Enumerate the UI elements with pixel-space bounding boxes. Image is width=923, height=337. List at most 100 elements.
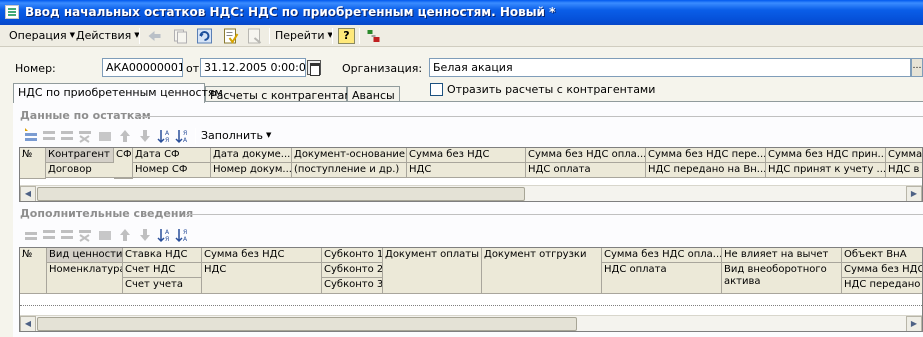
end-edit-icon[interactable] <box>97 128 113 144</box>
column-header[interactable]: Субконто 1 <box>322 248 383 263</box>
copy-row-icon[interactable] <box>41 227 57 243</box>
column-header[interactable]: Контрагент <box>46 148 114 163</box>
column-header[interactable]: НДС принят к учету ... <box>766 163 886 178</box>
svg-text:A: A <box>183 137 188 144</box>
column-header[interactable]: НДС <box>407 163 526 178</box>
move-up-icon[interactable] <box>117 227 133 243</box>
sort-ascending-icon[interactable]: AЯ <box>157 227 173 243</box>
section-divider <box>135 116 923 117</box>
column-header[interactable]: Счет НДС <box>123 263 202 278</box>
dropdown-arrow-icon: ▼ <box>69 31 75 39</box>
horizontal-scrollbar[interactable]: ◀ ▶ <box>20 315 922 331</box>
document-icon <box>5 5 19 19</box>
column-header[interactable]: Документ оплаты <box>383 248 482 294</box>
horizontal-scrollbar[interactable]: ◀ ▶ <box>20 185 922 201</box>
column-header[interactable]: Сумма без НДС прин... <box>766 148 886 163</box>
refresh-icon[interactable] <box>196 28 213 44</box>
delete-row-icon[interactable] <box>77 128 93 144</box>
end-edit-icon[interactable] <box>97 227 113 243</box>
organization-label: Организация: <box>342 62 423 75</box>
copy-row-icon[interactable] <box>41 128 57 144</box>
scroll-left-icon[interactable]: ◀ <box>20 316 36 331</box>
post-document-icon[interactable] <box>222 28 239 44</box>
move-down-icon[interactable] <box>137 227 153 243</box>
column-header[interactable]: НДС передано <box>842 278 922 294</box>
help-icon[interactable]: ? <box>338 28 355 44</box>
column-header[interactable]: НДС в <box>886 163 922 178</box>
column-header[interactable]: Номер СФ <box>133 163 211 178</box>
column-header[interactable]: НДС <box>202 263 322 294</box>
move-up-icon[interactable] <box>117 128 133 144</box>
additional-grid[interactable]: № Вид ценности Ставка НДС Сумма без НДС … <box>19 247 923 332</box>
column-header[interactable]: Сумма без НДС <box>202 248 322 263</box>
reflect-settlements-checkbox[interactable] <box>430 83 443 96</box>
back-arrow-icon[interactable] <box>146 28 163 44</box>
column-header[interactable]: Сумма без НДС опла... <box>602 248 722 263</box>
unpost-document-icon[interactable] <box>246 28 263 44</box>
toolbar-separator <box>359 28 360 44</box>
reflect-settlements-label: Отразить расчеты с контрагентами <box>447 83 656 96</box>
column-header[interactable]: Вид внеоборотного актива <box>722 263 842 294</box>
tab-panel: Данные по остаткам AЯ ЯA Заполнить ▼ № Ко… <box>13 101 923 337</box>
calendar-icon[interactable] <box>307 60 321 76</box>
column-header[interactable]: (поступление и др.) <box>292 163 407 178</box>
operation-menu[interactable]: Операция ▼ <box>9 29 75 42</box>
column-header[interactable]: Сумма без НДС <box>407 148 526 163</box>
actions-menu[interactable]: Действия ▼ <box>76 29 140 42</box>
goto-menu-label: Перейти <box>275 29 325 42</box>
scroll-right-icon[interactable]: ▶ <box>906 186 922 201</box>
debit-credit-icon[interactable] <box>365 28 382 44</box>
column-header[interactable]: Счет учета <box>123 278 202 294</box>
fill-menu[interactable]: Заполнить ▼ <box>201 129 271 142</box>
balances-grid[interactable]: № Контрагент СФ Дата СФ Дата докуме... Д… <box>19 147 923 202</box>
organization-select-button[interactable]: … <box>911 58 923 77</box>
copy-document-icon[interactable] <box>172 28 189 44</box>
sort-descending-icon[interactable]: ЯA <box>175 128 191 144</box>
column-header[interactable]: Дата докуме... <box>211 148 292 163</box>
balances-toolbar: AЯ ЯA Заполнить ▼ <box>21 128 321 145</box>
operation-menu-label: Операция <box>9 29 67 42</box>
date-field[interactable]: 31.12.2005 0:00:00 <box>200 58 306 77</box>
scroll-right-icon[interactable]: ▶ <box>906 316 922 331</box>
column-header[interactable]: Документ отгрузки <box>482 248 602 294</box>
sort-descending-icon[interactable]: ЯA <box>175 227 191 243</box>
column-header[interactable]: НДС оплата <box>602 263 722 294</box>
column-header[interactable]: Сумма без НДС <box>842 263 922 278</box>
tab-vat-purchased-values[interactable]: НДС по приобретенным ценностям <box>13 83 223 103</box>
edit-row-icon[interactable] <box>59 128 75 144</box>
column-header[interactable]: Ставка НДС <box>123 248 202 263</box>
svg-text:Я: Я <box>183 130 187 137</box>
fill-menu-label: Заполнить <box>201 129 263 142</box>
add-row-icon[interactable] <box>23 227 39 243</box>
column-header[interactable]: Дата СФ <box>133 148 211 163</box>
column-header[interactable]: Номер докум... <box>211 163 292 178</box>
column-header[interactable]: Номенклатура <box>47 263 123 294</box>
column-header[interactable]: № <box>20 148 46 179</box>
organization-field[interactable]: Белая акация <box>429 58 911 77</box>
move-down-icon[interactable] <box>137 128 153 144</box>
delete-row-icon[interactable] <box>77 227 93 243</box>
scroll-thumb[interactable] <box>37 187 525 201</box>
edit-row-icon[interactable] <box>59 227 75 243</box>
column-header[interactable]: Документ-основание <box>292 148 407 163</box>
column-header[interactable]: НДС передано на Вн... <box>646 163 766 178</box>
column-header[interactable]: Объект ВнА <box>842 248 922 263</box>
svg-text:A: A <box>165 229 170 236</box>
column-header[interactable]: Сумма без НДС опла... <box>526 148 646 163</box>
column-header[interactable]: Сумма <box>886 148 922 163</box>
sort-ascending-icon[interactable]: AЯ <box>157 128 173 144</box>
column-header[interactable]: Не влияет на вычет <box>722 248 842 263</box>
column-header[interactable]: Договор <box>46 163 133 178</box>
column-header[interactable]: Субконто 3 <box>322 278 383 294</box>
goto-menu[interactable]: Перейти ▼ <box>275 29 333 42</box>
title-bar[interactable]: Ввод начальных остатков НДС: НДС по прио… <box>0 0 923 25</box>
number-field[interactable]: АКА00000001 <box>102 58 183 77</box>
column-header[interactable]: № <box>20 248 47 294</box>
scroll-thumb[interactable] <box>37 317 577 331</box>
add-row-icon[interactable] <box>23 128 39 144</box>
column-header[interactable]: НДС оплата <box>526 163 646 178</box>
column-header[interactable]: Вид ценности <box>47 248 123 263</box>
column-header[interactable]: Субконто 2 <box>322 263 383 278</box>
column-header[interactable]: Сумма без НДС пере... <box>646 148 766 163</box>
scroll-left-icon[interactable]: ◀ <box>20 186 36 201</box>
